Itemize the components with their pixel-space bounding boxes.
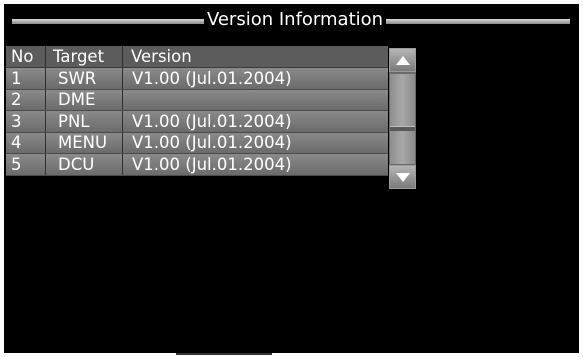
cell-version: V1.00 (Jul.01.2004)	[132, 154, 292, 174]
table-row[interactable]: 2 DME	[6, 89, 388, 111]
scroll-up-button[interactable]	[389, 48, 416, 72]
column-header-version: Version	[131, 47, 192, 66]
table-row[interactable]: 5 DCU V1.00 (Jul.01.2004)	[6, 154, 388, 176]
cell-version: V1.00 (Jul.01.2004)	[132, 68, 292, 88]
cell-no: 5	[6, 154, 46, 175]
cell-no: 1	[6, 68, 46, 89]
scroll-down-button[interactable]	[389, 165, 416, 189]
window-title: Version Information	[206, 9, 384, 30]
column-header-no: No	[6, 46, 46, 67]
table-row[interactable]: 3 PNL V1.00 (Jul.01.2004)	[6, 111, 388, 133]
scroll-thumb-divider	[390, 126, 415, 131]
screen: Version Information No Target Version 1 …	[4, 4, 579, 355]
triangle-up-icon	[395, 55, 410, 65]
title-rule-right	[386, 19, 570, 24]
triangle-down-icon	[395, 172, 410, 182]
cell-version: V1.00 (Jul.01.2004)	[132, 133, 292, 153]
cell-no: 2	[6, 89, 46, 110]
scroll-thumb[interactable]	[390, 74, 415, 164]
title-rule-left	[12, 19, 204, 24]
cell-target: MENU	[46, 132, 123, 153]
bottom-indicator	[176, 353, 272, 355]
version-table: No Target Version 1 SWR V1.00 (Jul.01.20…	[6, 46, 388, 176]
cell-version: V1.00 (Jul.01.2004)	[132, 111, 292, 131]
cell-target: DME	[46, 89, 123, 110]
table-row[interactable]: 1 SWR V1.00 (Jul.01.2004)	[6, 68, 388, 90]
cell-target: PNL	[46, 111, 123, 132]
cell-version	[123, 90, 388, 111]
table-row[interactable]: 4 MENU V1.00 (Jul.01.2004)	[6, 132, 388, 154]
cell-no: 4	[6, 132, 46, 153]
column-header-target: Target	[46, 46, 123, 67]
cell-target: SWR	[46, 68, 123, 89]
table-header: No Target Version	[6, 46, 388, 68]
vertical-scrollbar[interactable]	[389, 48, 416, 189]
cell-target: DCU	[46, 154, 123, 175]
cell-no: 3	[6, 111, 46, 132]
